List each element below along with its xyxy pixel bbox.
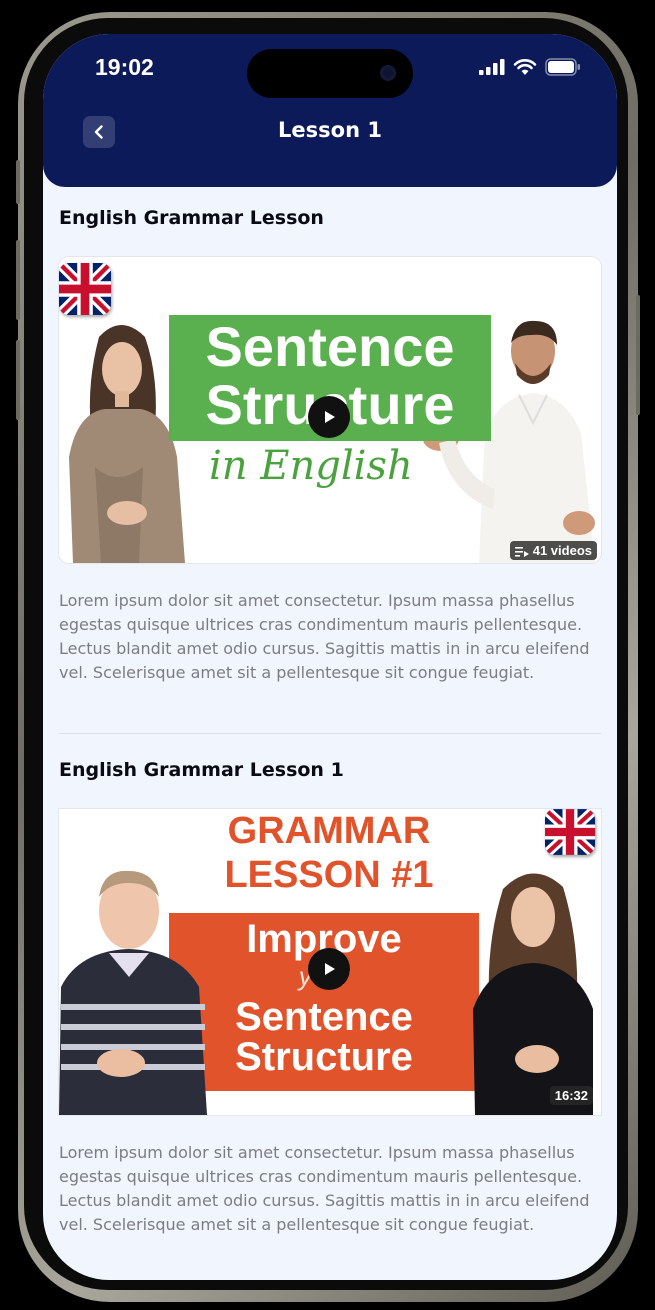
action-button [16,160,20,204]
dynamic-island [247,49,413,98]
thumbnail-heading-1: GRAMMAR [227,810,431,852]
play-button[interactable] [308,948,350,990]
lesson-title: English Grammar Lesson [59,207,324,229]
section-divider [59,733,601,734]
video-thumbnail[interactable]: GRAMMAR LESSON #1 Improve your Sentence … [59,809,601,1115]
thumbnail-title-box: Improve your Sentence Structure [169,913,479,1091]
thumbnail-heading-2: LESSON #1 [224,854,434,896]
thumbnail-line-4: Structure [235,1035,413,1079]
thumbnail-line-3: Sentence [235,995,413,1039]
lesson-title: English Grammar Lesson 1 [59,759,344,781]
battery-icon [545,58,580,76]
page-title: Lesson 1 [278,118,382,142]
duration-badge: 16:32 [549,1086,593,1105]
duration-text: 16:32 [554,1088,588,1103]
thumbnail-script-text: in English [209,443,413,489]
lesson-description: Lorem ipsum dolor sit amet consectetur. … [59,1143,590,1234]
signal-icon [479,59,505,75]
play-icon [325,963,335,975]
volume-up-button [16,240,20,320]
front-camera [380,65,396,81]
lesson-description: Lorem ipsum dolor sit amet consectetur. … [59,591,590,682]
status-time: 19:02 [95,54,154,80]
play-button[interactable] [308,396,350,438]
video-count-badge: 41 videos [509,541,597,560]
uk-flag-icon [545,809,595,855]
video-count-text: 41 videos [532,543,592,558]
video-thumbnail[interactable]: Sentence Structure in English [59,257,601,563]
app-header: 19:02 Lesson 1 [43,34,617,187]
thumbnail-line-1: Sentence [205,315,455,378]
presenter-woman [473,873,593,1115]
volume-down-button [16,340,20,420]
uk-flag-icon [59,263,111,315]
app-screen: 19:02 Lesson 1 English Grammar Lesson Se… [43,34,617,1280]
power-button [636,295,640,415]
play-icon [325,411,335,423]
status-icons [479,58,581,76]
playlist-icon [514,546,529,557]
wifi-icon [513,59,537,75]
presenter-man [59,870,207,1115]
